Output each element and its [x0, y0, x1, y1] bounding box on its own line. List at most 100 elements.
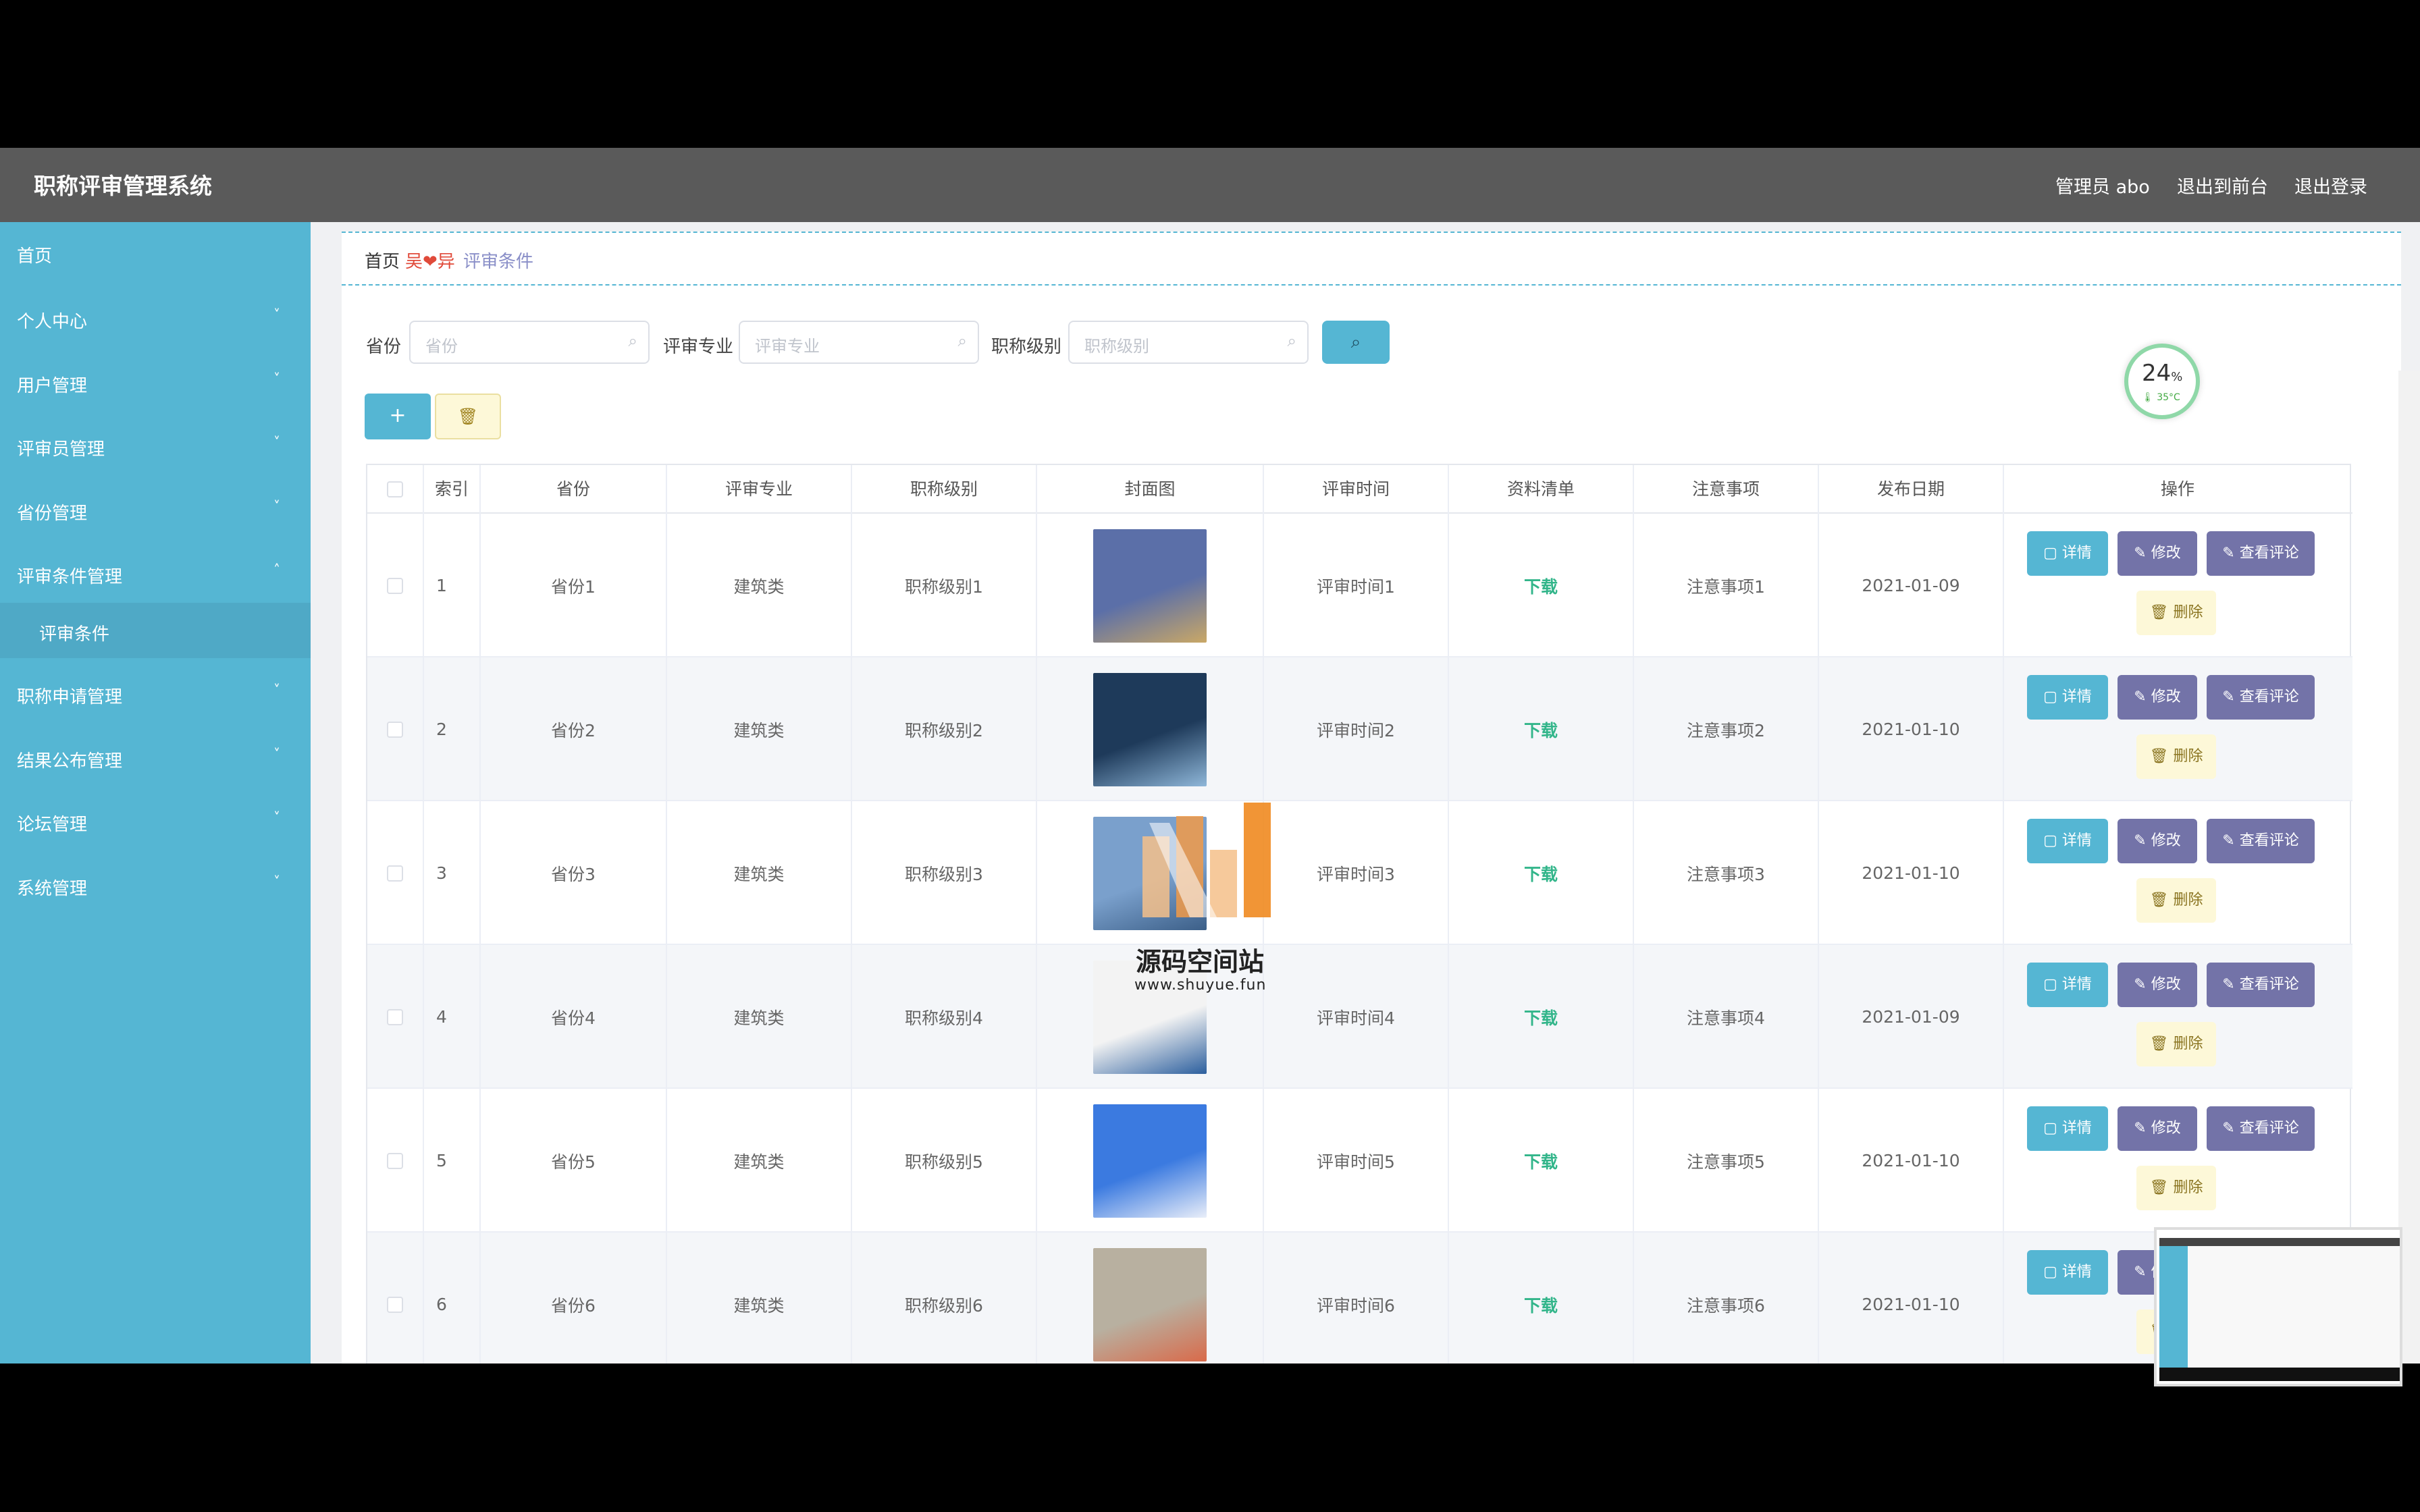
download-link[interactable]: 下载: [1524, 1293, 1558, 1317]
index-cell: 3: [424, 801, 481, 945]
list-cell: 下载: [1449, 1089, 1634, 1233]
view-comments-button[interactable]: ✎ 查看评论: [2207, 819, 2315, 863]
download-link[interactable]: 下载: [1524, 574, 1558, 598]
major-cell: 建筑类: [667, 945, 852, 1089]
edit-button[interactable]: ✎ 修改: [2118, 963, 2197, 1007]
level-cell: 职称级别1: [852, 514, 1037, 657]
content-card: 首页 吴❤异 评审条件 省份 省份 ⌕ 评审专业 评审专业 ⌕ 职称级别 职称级…: [342, 232, 2401, 1364]
sidebar-subitem-review-condition[interactable]: 评审条件: [0, 603, 311, 658]
logout-link[interactable]: 退出登录: [2294, 172, 2367, 198]
column-header: 评审时间: [1264, 465, 1449, 514]
badge-temperature: 🌡 35°C: [2142, 392, 2180, 403]
level-cell: 职称级别4: [852, 945, 1037, 1089]
select-all-checkbox[interactable]: [387, 481, 403, 497]
level-input[interactable]: 职称级别 ⌕: [1068, 321, 1309, 364]
sidebar-item-results[interactable]: 结果公布管理 ˅: [0, 727, 311, 790]
cover-image[interactable]: [1093, 672, 1207, 786]
cover-image[interactable]: [1093, 1104, 1207, 1218]
detail-button[interactable]: ▢ 详情: [2027, 819, 2108, 863]
delete-button[interactable]: 🗑 删除: [2136, 591, 2216, 635]
scrollbar[interactable]: [2398, 371, 2420, 1364]
app-title: 职称评审管理系统: [34, 173, 212, 199]
cover-image[interactable]: [1093, 529, 1207, 643]
date-cell: 2021-01-10: [1819, 801, 2004, 945]
detail-button[interactable]: ▢ 详情: [2027, 1250, 2108, 1295]
download-link[interactable]: 下载: [1524, 718, 1558, 742]
major-cell: 建筑类: [667, 801, 852, 945]
cover-image[interactable]: [1093, 1247, 1207, 1361]
row-checkbox[interactable]: [387, 865, 403, 882]
notes-cell: 注意事项5: [1634, 1089, 1819, 1233]
index-cell: 2: [424, 657, 481, 801]
date-cell: 2021-01-09: [1819, 945, 2004, 1089]
level-cell: 职称级别3: [852, 801, 1037, 945]
column-header: 资料清单: [1449, 465, 1634, 514]
index-cell: 4: [424, 945, 481, 1089]
level-placeholder: 职称级别: [1084, 337, 1149, 356]
row-checkbox[interactable]: [387, 1152, 403, 1169]
sidebar-item-reviewers[interactable]: 评审员管理 ˅: [0, 415, 311, 479]
download-link[interactable]: 下载: [1524, 861, 1558, 886]
sidebar-item-personal-center[interactable]: 个人中心 ˅: [0, 288, 311, 351]
sidebar-item-applications[interactable]: 职称申请管理 ˅: [0, 663, 311, 726]
watermark-bars-icon: [1142, 803, 1271, 917]
sidebar-item-label: 职称申请管理: [17, 687, 123, 707]
edit-button[interactable]: ✎ 修改: [2118, 675, 2197, 720]
cover-cell: [1037, 1233, 1264, 1364]
province-placeholder: 省份: [425, 337, 458, 356]
row-checkbox[interactable]: [387, 721, 403, 738]
chevron-down-icon: ˅: [273, 682, 280, 698]
sidebar-item-label: 个人中心: [17, 312, 88, 332]
operations-cell: ▢ 详情✎ 修改✎ 查看评论 🗑 删除: [2004, 657, 2351, 801]
breadcrumb-home[interactable]: 首页: [365, 248, 400, 273]
time-cell: 评审时间5: [1264, 1089, 1449, 1233]
view-comments-button[interactable]: ✎ 查看评论: [2207, 531, 2315, 576]
download-link[interactable]: 下载: [1524, 1005, 1558, 1029]
delete-button[interactable]: 🗑 删除: [2136, 1166, 2216, 1210]
sidebar-item-forum[interactable]: 论坛管理 ˅: [0, 790, 311, 854]
sidebar-item-users[interactable]: 用户管理 ˅: [0, 352, 311, 415]
sidebar-item-review-conditions[interactable]: 评审条件管理 ˄: [0, 543, 311, 606]
date-cell: 2021-01-09: [1819, 514, 2004, 657]
search-button[interactable]: ⌕: [1322, 321, 1390, 364]
sidebar-item-label: 论坛管理: [17, 815, 88, 835]
major-input[interactable]: 评审专业 ⌕: [739, 321, 979, 364]
row-checkbox[interactable]: [387, 577, 403, 594]
detail-button[interactable]: ▢ 详情: [2027, 675, 2108, 720]
delete-button[interactable]: 🗑 删除: [2136, 734, 2216, 779]
row-checkbox[interactable]: [387, 1296, 403, 1313]
view-comments-button[interactable]: ✎ 查看评论: [2207, 675, 2315, 720]
download-link[interactable]: 下载: [1524, 1149, 1558, 1173]
notes-cell: 注意事项3: [1634, 801, 1819, 945]
province-input[interactable]: 省份 ⌕: [409, 321, 650, 364]
add-button[interactable]: +: [365, 394, 431, 439]
view-comments-button[interactable]: ✎ 查看评论: [2207, 1106, 2315, 1151]
detail-button[interactable]: ▢ 详情: [2027, 963, 2108, 1007]
batch-delete-button[interactable]: 🗑: [435, 394, 501, 439]
top-header: 职称评审管理系统 管理员 abo 退出到前台 退出登录: [0, 148, 2420, 222]
row-select-cell: [367, 657, 424, 801]
delete-button[interactable]: 🗑 删除: [2136, 1022, 2216, 1066]
delete-button[interactable]: 🗑 删除: [2136, 878, 2216, 923]
sidebar-item-system[interactable]: 系统管理 ˅: [0, 855, 311, 918]
major-cell: 建筑类: [667, 514, 852, 657]
row-checkbox[interactable]: [387, 1008, 403, 1025]
edit-button[interactable]: ✎ 修改: [2118, 819, 2197, 863]
current-user: 管理员 abo: [2055, 177, 2150, 198]
edit-button[interactable]: ✎ 修改: [2118, 1106, 2197, 1151]
sidebar-item-home[interactable]: 首页: [0, 222, 311, 286]
sidebar-item-provinces[interactable]: 省份管理 ˅: [0, 479, 311, 543]
date-cell: 2021-01-10: [1819, 657, 2004, 801]
province-cell: 省份4: [481, 945, 667, 1089]
detail-button[interactable]: ▢ 详情: [2027, 1106, 2108, 1151]
time-cell: 评审时间2: [1264, 657, 1449, 801]
date-cell: 2021-01-10: [1819, 1089, 2004, 1233]
province-label: 省份: [366, 337, 402, 357]
detail-button[interactable]: ▢ 详情: [2027, 531, 2108, 576]
view-comments-button[interactable]: ✎ 查看评论: [2207, 963, 2315, 1007]
row-select-cell: [367, 945, 424, 1089]
time-cell: 评审时间6: [1264, 1233, 1449, 1364]
edit-button[interactable]: ✎ 修改: [2118, 531, 2197, 576]
exit-to-front-link[interactable]: 退出到前台: [2177, 172, 2268, 198]
major-label: 评审专业: [663, 337, 734, 357]
